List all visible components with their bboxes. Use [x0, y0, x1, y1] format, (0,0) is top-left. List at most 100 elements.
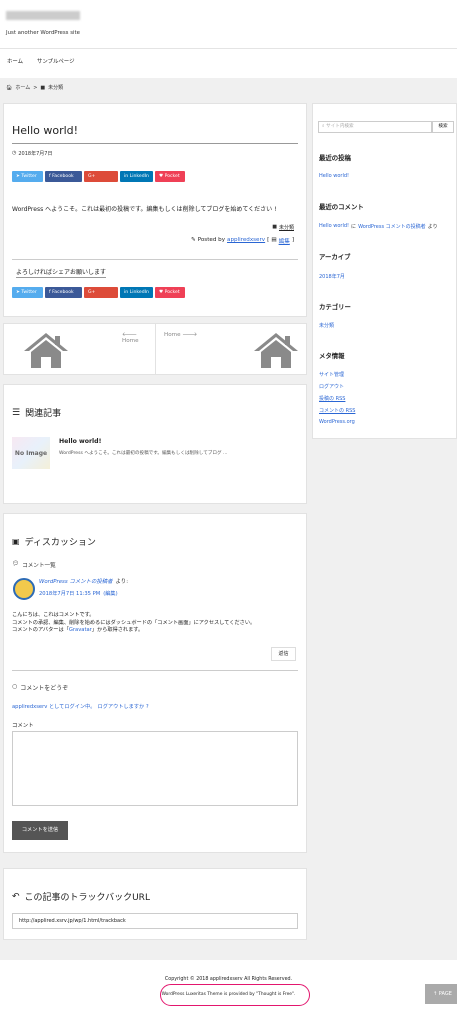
- chat-card-icon: ▣: [12, 537, 20, 546]
- pocket-share-button[interactable]: ♥ Pocket: [155, 287, 185, 298]
- meta-title: メタ情報: [319, 352, 345, 360]
- profile-link[interactable]: appliredxserv としてログイン中。: [12, 703, 96, 710]
- pocket-share-button[interactable]: ♥ Pocket: [155, 171, 185, 182]
- twitter-share-button[interactable]: ➤ Twitter: [12, 287, 43, 298]
- comment-edit-link[interactable]: (編集): [103, 590, 117, 597]
- comment-author-wrap: WordPress コメントの投稿者 より:: [39, 577, 128, 585]
- next-post-link[interactable]: Home 🡒: [156, 324, 306, 374]
- comment-list-title-wrap: 💬︎ コメント一覧: [12, 561, 56, 569]
- related-item-excerpt: WordPress へようこそ。これは最初の投稿です。編集もしくは削除してブログ…: [59, 451, 228, 456]
- comment-says: より:: [115, 579, 129, 585]
- linkedin-share-button[interactable]: in LinkedIn: [120, 171, 153, 182]
- comment-divider: [12, 670, 298, 671]
- recent-comment-suffix: より: [427, 224, 438, 230]
- nav-divider: [0, 48, 457, 49]
- related-item-title[interactable]: Hello world!: [59, 438, 101, 445]
- category-title: カテゴリー: [319, 303, 351, 311]
- gravatar-link[interactable]: Gravatar: [69, 627, 92, 633]
- comment-author-link[interactable]: WordPress コメントの投稿者: [39, 577, 113, 585]
- home-icon: 🏠︎: [6, 84, 13, 91]
- folder-icon: ■: [272, 224, 277, 230]
- speech-bubble-icon: ○: [12, 683, 18, 690]
- home-icon: [24, 333, 68, 368]
- breadcrumb: 🏠︎ ホーム > ■ 未分類: [6, 84, 63, 92]
- related-posts: ☰ 関連記事 No Image Hello world! WordPress へ…: [3, 384, 307, 504]
- logout-link[interactable]: ログアウトしますか ?: [98, 703, 149, 710]
- search-button[interactable]: 検索: [432, 121, 454, 133]
- meta-link-wordpress-org[interactable]: WordPress.org: [319, 419, 355, 425]
- discussion-section: ▣ ディスカッション 💬︎ コメント一覧 WordPress コメントの投稿者 …: [3, 513, 307, 853]
- prev-post-link[interactable]: 🡐 Home: [4, 324, 154, 374]
- author-link[interactable]: appliredxserv: [227, 237, 265, 245]
- edit-link[interactable]: 編集: [279, 237, 290, 245]
- trackback-title-wrap: ↶ この記事のトラックバックURL: [12, 890, 150, 904]
- comments-icon: 💬︎: [12, 561, 20, 567]
- facebook-share-button[interactable]: f Facebook: [45, 171, 82, 182]
- trackback-url-field[interactable]: http://applired.xsrv.jp/wp/1.html/trackb…: [12, 913, 298, 929]
- comment-textarea[interactable]: [12, 731, 298, 806]
- comment-line: コメントのアバターは「Gravatar」から取得されます。: [12, 627, 144, 634]
- share-prompt: よろしければシェアお願いします: [16, 269, 107, 278]
- noimage-thumbnail[interactable]: No Image: [12, 437, 50, 469]
- facebook-share-button[interactable]: f Facebook: [45, 287, 82, 298]
- comment-form-title-wrap: ○ コメントをどうぞ: [12, 683, 68, 692]
- linkedin-share-button[interactable]: in LinkedIn: [120, 287, 153, 298]
- home-icon: [254, 333, 298, 368]
- comment-text: こんにちは、これはコメントです。 コメントの承認、編集、削除を始めるにはダッシュ…: [12, 612, 255, 635]
- recent-comments-title: 最近のコメント: [319, 203, 364, 211]
- related-title: 関連記事: [25, 409, 62, 419]
- comment-date-link[interactable]: 2018年7月7日 11:35 PM: [39, 590, 100, 597]
- post-category-wrap: ■ 未分類: [272, 224, 294, 231]
- title-underline: [12, 143, 298, 144]
- edit-bracket-open: [: [267, 237, 270, 243]
- clock-icon: ◷: [12, 150, 17, 156]
- recent-post-link[interactable]: Hello world!: [319, 173, 349, 179]
- submit-comment-button[interactable]: コメントを送信: [12, 821, 68, 840]
- next-label: Home 🡒: [164, 332, 198, 338]
- category-link[interactable]: 未分類: [319, 322, 334, 329]
- nav-item-home[interactable]: ホーム: [7, 57, 23, 65]
- site-logo[interactable]: [6, 11, 80, 20]
- recent-posts-title: 最近の投稿: [319, 154, 351, 162]
- discussion-title-wrap: ▣ ディスカッション: [12, 535, 96, 548]
- meta-link-logout[interactable]: ログアウト: [319, 383, 344, 390]
- breadcrumb-home[interactable]: ホーム: [15, 84, 30, 91]
- main-nav: ホーム サンプルページ: [7, 57, 74, 65]
- arrow-up-icon: ↑: [433, 991, 438, 997]
- recent-comment-post-link[interactable]: Hello world!: [319, 223, 349, 230]
- breadcrumb-category[interactable]: 未分類: [48, 84, 63, 91]
- post-title: Hello world!: [12, 124, 79, 137]
- site-footer: Copyright © 2018 appliredxserv All Right…: [0, 960, 457, 1024]
- breadcrumb-separator: >: [33, 84, 38, 91]
- post-article: Hello world! ◷ 2018年7月7日 ➤ Twitter f Face…: [3, 103, 307, 317]
- recent-comment-author-link[interactable]: WordPress コメントの投稿者: [358, 223, 426, 230]
- share-buttons-top: ➤ Twitter f Facebook G+ Google+ in Linke…: [12, 171, 185, 190]
- comment-form-title: コメントをどうぞ: [20, 685, 69, 692]
- posted-by-label: Posted by: [197, 237, 226, 243]
- reply-button[interactable]: 返信: [271, 647, 296, 661]
- archive-link[interactable]: 2018年7月: [319, 273, 345, 280]
- nav-item-sample-page[interactable]: サンプルページ: [37, 57, 74, 65]
- noimage-text: No Image: [14, 449, 48, 457]
- post-date: 2018年7月7日: [18, 151, 53, 157]
- pencil-icon: ✎: [191, 237, 196, 243]
- google-share-button[interactable]: G+ Google+: [84, 287, 118, 306]
- document-icon: ▤: [271, 237, 277, 243]
- prev-label: 🡐 Home: [122, 332, 139, 344]
- meta-link-posts-rss[interactable]: 投稿の RSS: [319, 395, 345, 402]
- meta-link-site-admin[interactable]: サイト管理: [319, 371, 344, 378]
- logged-in-notice: appliredxserv としてログイン中。 ログアウトしますか ?: [12, 703, 149, 710]
- copyright: Copyright © 2018 appliredxserv All Right…: [164, 977, 293, 982]
- search-input[interactable]: ⌕ サイト内検索: [318, 121, 432, 133]
- post-category-link[interactable]: 未分類: [279, 224, 294, 231]
- share-buttons-bottom: ➤ Twitter f Facebook G+ Google+ in Linke…: [12, 287, 185, 306]
- page-top-button[interactable]: ↑ PAGE: [425, 984, 457, 1004]
- twitter-share-button[interactable]: ➤ Twitter: [12, 171, 43, 182]
- comment-label: コメント: [12, 723, 34, 729]
- avatar: [13, 578, 35, 600]
- recent-comment-item: Hello world! に WordPress コメントの投稿者 より: [319, 223, 438, 230]
- google-share-button[interactable]: G+ Google+: [84, 171, 118, 190]
- theme-credit: WordPress Luxeritas Theme is provided by…: [161, 992, 296, 997]
- post-date-wrap: ◷ 2018年7月7日: [12, 150, 52, 157]
- meta-link-comments-rss[interactable]: コメントの RSS: [319, 407, 355, 414]
